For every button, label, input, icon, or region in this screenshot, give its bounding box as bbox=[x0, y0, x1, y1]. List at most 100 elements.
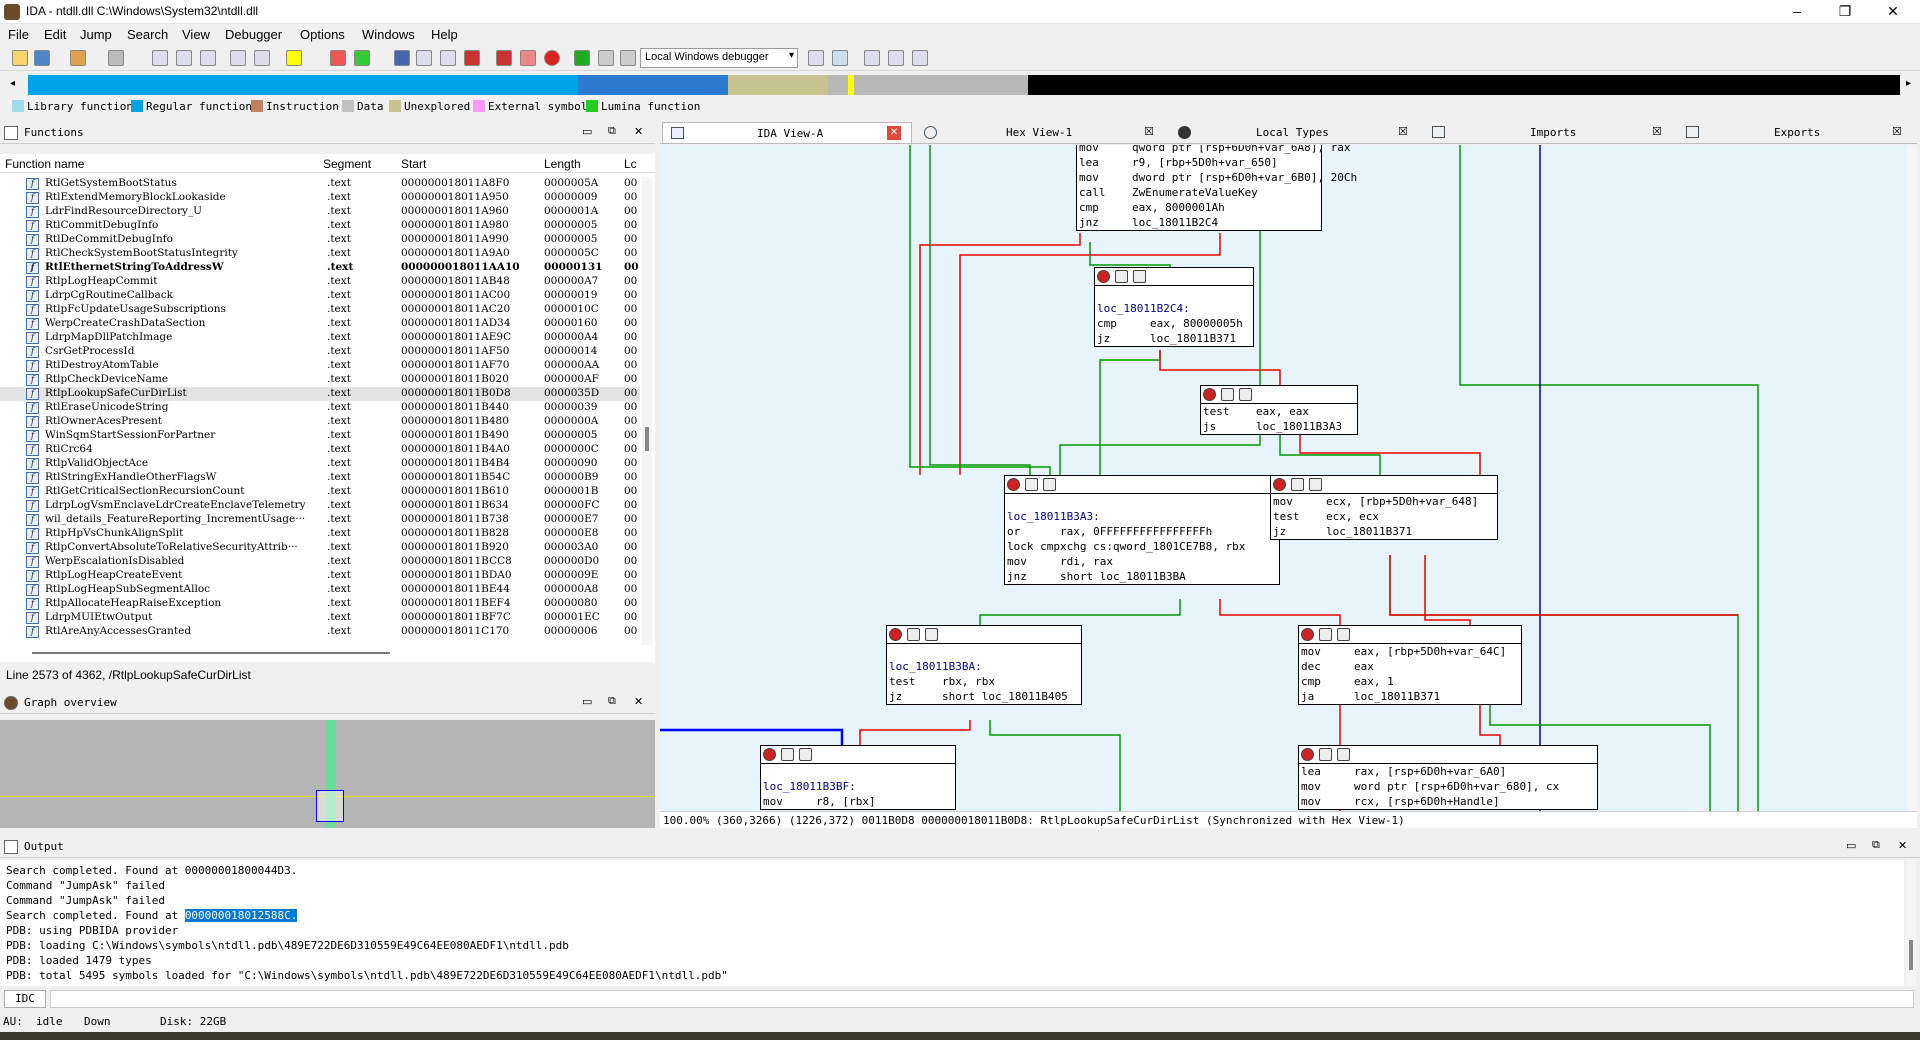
function-row[interactable]: f LdrpLogVsmEnclaveLdrCreateEnclaveTeleme… bbox=[0, 499, 640, 513]
stop-sign-icon[interactable] bbox=[544, 50, 560, 66]
function-row[interactable]: f RtlGetCriticalSectionRecursionCount .tex… bbox=[0, 485, 640, 499]
list-icon[interactable] bbox=[912, 50, 928, 66]
node-rename-icon[interactable] bbox=[1221, 388, 1234, 401]
output-scroll-thumb[interactable] bbox=[1909, 940, 1913, 970]
function-row[interactable]: f RtlpLogHeapCommit .text 000000018011AB48 0… bbox=[0, 275, 640, 289]
graph-overview-canvas[interactable] bbox=[0, 720, 655, 828]
graph-layout-icon[interactable] bbox=[864, 50, 880, 66]
col-lc[interactable]: Lc bbox=[624, 157, 637, 171]
node-rename-icon[interactable] bbox=[1025, 478, 1038, 491]
node-color-icon[interactable] bbox=[1301, 748, 1314, 761]
node-collapse-icon[interactable] bbox=[1309, 478, 1322, 491]
node-color-icon[interactable] bbox=[1203, 388, 1216, 401]
function-row[interactable]: f RtlpCheckDeviceName .text 000000018011B02… bbox=[0, 373, 640, 387]
function-row[interactable]: f RtlpAllocateHeapRaiseException .text 0000… bbox=[0, 597, 640, 611]
function-row[interactable]: f WerpEscalationIsDisabled .text 0000000180… bbox=[0, 555, 640, 569]
node-rename-icon[interactable] bbox=[1319, 748, 1332, 761]
proximity-icon[interactable] bbox=[888, 50, 904, 66]
function-row[interactable]: f RtlpLogHeapSubSegmentAlloc .text 00000001… bbox=[0, 583, 640, 597]
graph-node-loc-18011b3bf[interactable]: loc_18011B3BF: mov r8, [rbx] bbox=[760, 745, 956, 810]
functions-scroll-thumb[interactable] bbox=[645, 427, 649, 451]
function-row[interactable]: f LdrpCgRoutineCallback .text 000000018011A… bbox=[0, 289, 640, 303]
function-row[interactable]: f RtlGetSystemBootStatus .text 000000018011… bbox=[0, 177, 640, 191]
panel-float-icon[interactable]: ⧉ bbox=[608, 125, 616, 138]
function-row[interactable]: f RtlEthernetStringToAddressW .text 0000000… bbox=[0, 261, 640, 275]
menu-edit[interactable]: Edit bbox=[44, 27, 66, 42]
functions-hscrollbar[interactable] bbox=[32, 652, 390, 654]
text-search-icon[interactable] bbox=[176, 50, 192, 66]
function-row[interactable]: f WerpCreateCrashDataSection .text 00000001… bbox=[0, 317, 640, 331]
panel-close-icon[interactable]: ✕ bbox=[634, 125, 643, 138]
back-icon[interactable] bbox=[70, 50, 86, 66]
col-segment[interactable]: Segment bbox=[323, 157, 371, 171]
graph-node-lea-rax[interactable]: lea rax, [rsp+6D0h+var_6A0] mov word ptr… bbox=[1298, 745, 1598, 810]
function-row[interactable]: f WinSqmStartSessionForPartner .text 000000… bbox=[0, 429, 640, 443]
node-collapse-icon[interactable] bbox=[799, 748, 812, 761]
function-row[interactable]: f RtlStringExHandleOtherFlagsW .text 000000… bbox=[0, 471, 640, 485]
function-row[interactable]: f RtlDestroyAtomTable .text 000000018011AF7… bbox=[0, 359, 640, 373]
node-rename-icon[interactable] bbox=[907, 628, 920, 641]
function-row[interactable]: f RtlpConvertAbsoluteToRelativeSecurityAt… bbox=[0, 541, 640, 555]
function-row[interactable]: f RtlpFcUpdateUsageSubscriptions .text 0000… bbox=[0, 303, 640, 317]
function-row[interactable]: f CsrGetProcessId .text 000000018011AF50 000… bbox=[0, 345, 640, 359]
function-row[interactable]: f LdrpMUIEtwOutput .text 000000018011BF7C 00… bbox=[0, 611, 640, 625]
graph-node-mov-ecx[interactable]: mov ecx, [rbp+5D0h+var_648] test ecx, ec… bbox=[1270, 475, 1498, 540]
node-rename-icon[interactable] bbox=[1115, 270, 1128, 283]
node-collapse-icon[interactable] bbox=[1239, 388, 1252, 401]
panel-close-icon[interactable]: ✕ bbox=[634, 695, 643, 708]
navigation-band[interactable]: ◂ ▸ bbox=[0, 72, 1920, 98]
menu-search[interactable]: Search bbox=[127, 27, 168, 42]
col-start[interactable]: Start bbox=[401, 157, 426, 171]
graph-node-loc-18011b2c4[interactable]: loc_18011B2C4: cmp eax, 80000005h jz loc… bbox=[1094, 267, 1254, 347]
minimize-button[interactable]: – bbox=[1774, 0, 1820, 24]
close-icon[interactable]: ☒ bbox=[1144, 125, 1154, 138]
graph-vscrollbar[interactable] bbox=[1907, 145, 1917, 811]
function-row[interactable]: f RtlpLogHeapCreateEvent .text 000000018011… bbox=[0, 569, 640, 583]
menu-view[interactable]: View bbox=[182, 27, 210, 42]
string-icon[interactable] bbox=[286, 50, 302, 66]
debugger-select[interactable]: Local Windows debugger ▾ bbox=[640, 48, 798, 68]
panel-close-icon[interactable]: ✕ bbox=[1898, 839, 1907, 852]
selected-address[interactable]: 000000018012588C. bbox=[184, 909, 298, 922]
node-color-icon[interactable] bbox=[1273, 478, 1286, 491]
tab-local-types[interactable]: Local Types ☒ bbox=[1170, 122, 1420, 144]
function-icon[interactable] bbox=[394, 50, 410, 66]
function-row[interactable]: f wil_details_FeatureReporting_IncrementU… bbox=[0, 513, 640, 527]
struct-icon[interactable] bbox=[416, 50, 432, 66]
terminate-icon[interactable] bbox=[620, 50, 636, 66]
forward-icon[interactable] bbox=[108, 50, 124, 66]
graph-view[interactable]: mov qword ptr [rsp+6D0h+var_6A8], rax le… bbox=[660, 145, 1917, 811]
close-icon[interactable]: ☒ bbox=[1398, 125, 1408, 138]
graph-node-loc-18011b3a3[interactable]: loc_18011B3A3: or rax, 0FFFFFFFFFFFFFFFF… bbox=[1004, 475, 1280, 585]
node-color-icon[interactable] bbox=[763, 748, 776, 761]
detach-icon[interactable] bbox=[832, 50, 848, 66]
code-icon[interactable] bbox=[230, 50, 246, 66]
menu-options[interactable]: Options bbox=[300, 27, 345, 42]
nav-left-arrow-icon[interactable]: ◂ bbox=[10, 78, 15, 89]
function-row[interactable]: f RtlpLookupSafeCurDirList .text 0000000180… bbox=[0, 387, 640, 401]
debug-icon[interactable] bbox=[520, 50, 536, 66]
col-length[interactable]: Length bbox=[544, 157, 581, 171]
function-row[interactable]: f RtlAreAnyAccessesGranted .text 0000000180… bbox=[0, 625, 640, 639]
menu-windows[interactable]: Windows bbox=[362, 27, 415, 42]
node-color-icon[interactable] bbox=[1097, 270, 1110, 283]
maximize-button[interactable]: ❐ bbox=[1822, 0, 1868, 24]
function-row[interactable]: f RtlDeCommitDebugInfo .text 000000018011A9… bbox=[0, 233, 640, 247]
node-color-icon[interactable] bbox=[889, 628, 902, 641]
lumina-icon[interactable] bbox=[354, 50, 370, 66]
nav-right-arrow-icon[interactable]: ▸ bbox=[1906, 78, 1911, 89]
close-icon[interactable]: ☒ bbox=[1892, 125, 1902, 138]
panel-float-icon[interactable]: ⧉ bbox=[1872, 839, 1880, 852]
function-row[interactable]: f LdrpMapDllPatchImage .text 000000018011AE… bbox=[0, 331, 640, 345]
close-icon[interactable]: ☒ bbox=[1652, 125, 1662, 138]
node-rename-icon[interactable] bbox=[781, 748, 794, 761]
attach-icon[interactable] bbox=[808, 50, 824, 66]
open-icon[interactable] bbox=[12, 50, 28, 66]
menu-help[interactable]: Help bbox=[431, 27, 458, 42]
node-collapse-icon[interactable] bbox=[1337, 628, 1350, 641]
node-rename-icon[interactable] bbox=[1319, 628, 1332, 641]
function-row[interactable]: f LdrFindResourceDirectory_U .text 00000001… bbox=[0, 205, 640, 219]
navigation-bar[interactable] bbox=[28, 75, 1900, 95]
command-input[interactable] bbox=[50, 990, 1914, 1008]
patch-icon[interactable] bbox=[496, 50, 512, 66]
